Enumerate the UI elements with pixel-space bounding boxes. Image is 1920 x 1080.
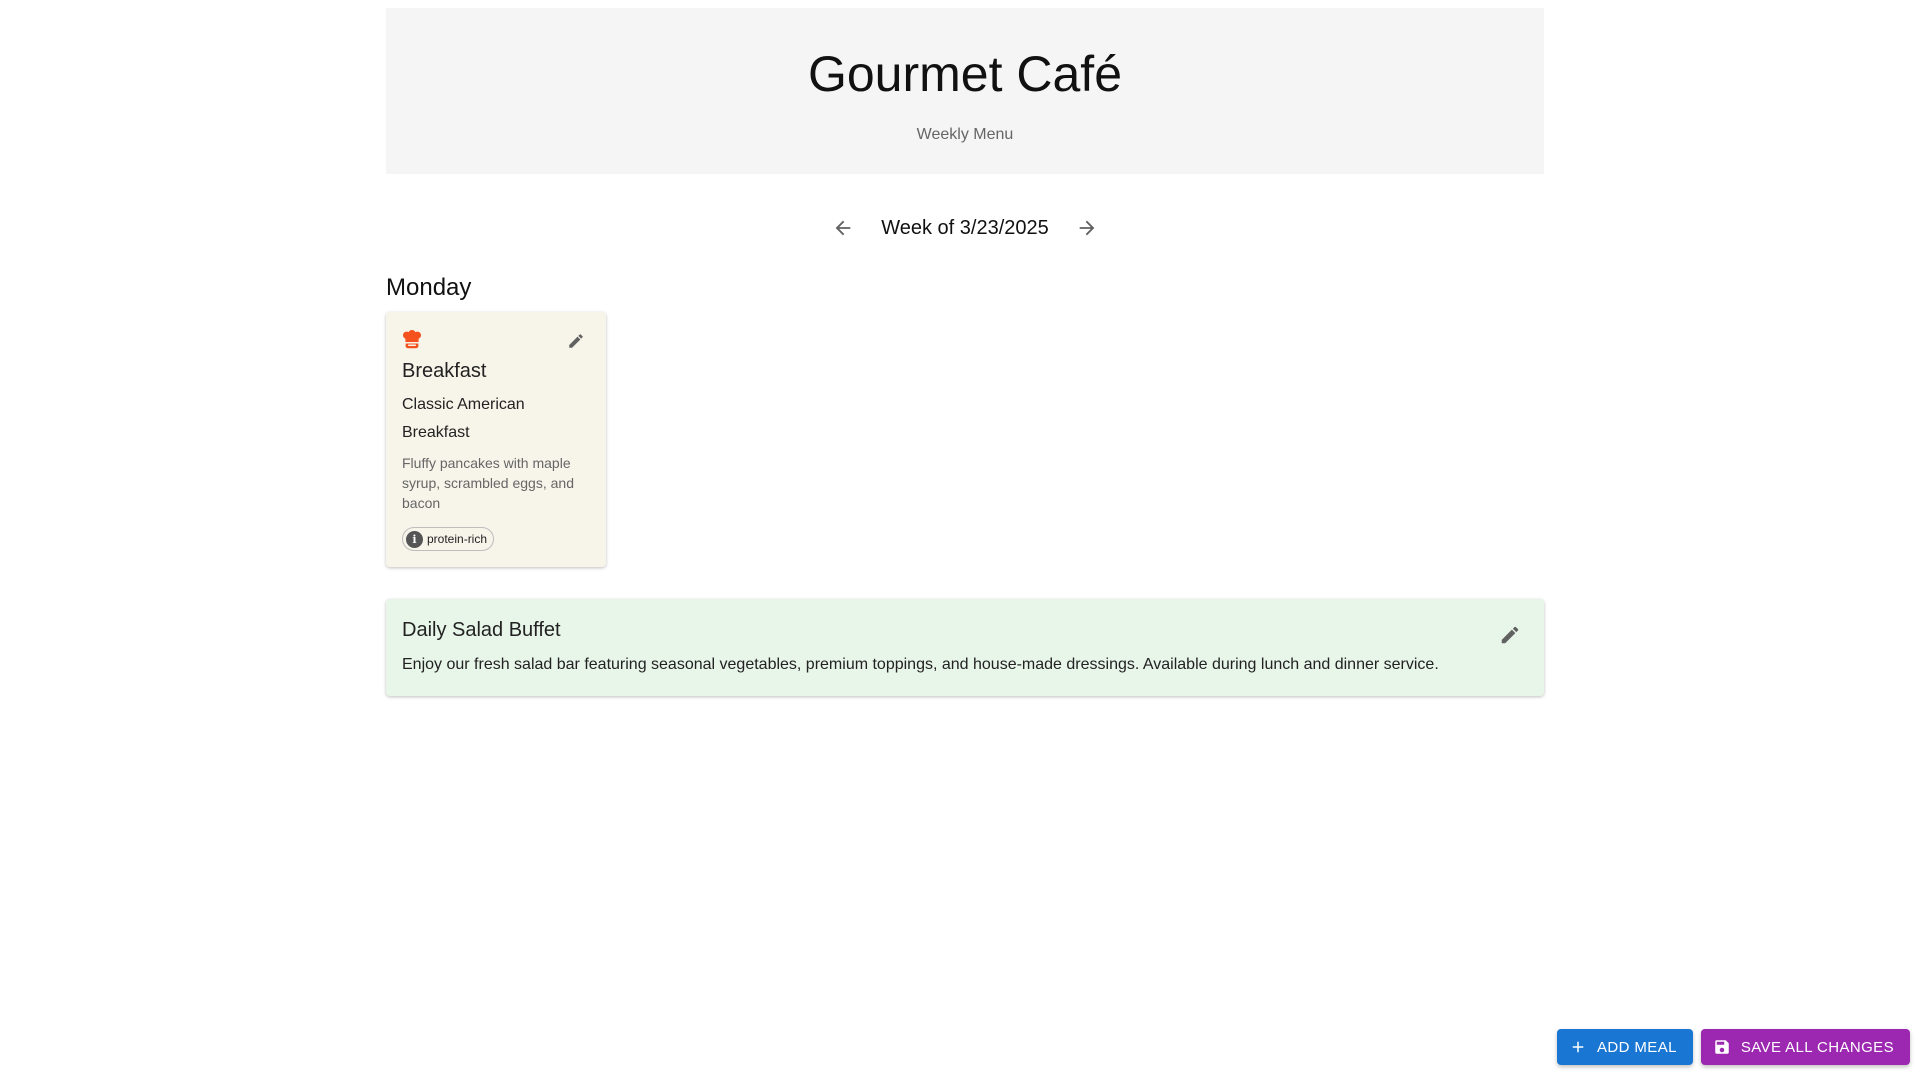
meal-card: Breakfast Classic American Breakfast Flu…: [386, 312, 606, 567]
meal-card-header: [402, 328, 590, 354]
plus-icon: [1569, 1038, 1587, 1056]
meal-type: Breakfast: [402, 360, 487, 382]
salad-buffet-description: Enjoy our fresh salad bar featuring seas…: [402, 656, 1439, 673]
save-all-changes-label: SAVE ALL CHANGES: [1740, 1038, 1894, 1056]
page-container: Gourmet Café Weekly Menu Week of 3/23/20…: [386, 8, 1544, 696]
previous-week-button[interactable]: [823, 208, 863, 248]
meal-tag-chip: i protein-rich: [402, 527, 495, 551]
salad-buffet-title: Daily Salad Buffet: [402, 619, 561, 641]
edit-meal-button[interactable]: [562, 327, 590, 355]
pencil-icon: [1501, 626, 1519, 644]
edit-salad-buffet-button[interactable]: [1496, 621, 1524, 649]
week-label: Week of 3/23/2025: [881, 216, 1049, 239]
page-subtitle: Weekly Menu: [916, 126, 1014, 143]
save-icon: [1713, 1038, 1731, 1056]
page-title: Gourmet Café: [807, 46, 1122, 102]
meal-description: Fluffy pancakes with maple syrup, scramb…: [402, 455, 574, 511]
meal-tag-label: protein-rich: [427, 532, 488, 546]
arrow-right-icon: [1079, 220, 1095, 236]
next-week-button[interactable]: [1067, 208, 1107, 248]
action-buttons: ADD MEAL SAVE ALL CHANGES: [1556, 1029, 1910, 1065]
page-header: Gourmet Café Weekly Menu: [386, 8, 1544, 174]
add-meal-label: ADD MEAL: [1596, 1038, 1677, 1056]
salad-buffet-card: Daily Salad Buffet Enjoy our fresh salad…: [386, 599, 1544, 696]
add-meal-button[interactable]: ADD MEAL: [1556, 1029, 1693, 1065]
pencil-icon: [569, 334, 583, 348]
week-navigation: Week of 3/23/2025: [386, 204, 1544, 252]
meal-name: Classic American Breakfast: [402, 396, 525, 441]
day-title-monday: Monday: [386, 274, 472, 301]
save-all-changes-button[interactable]: SAVE ALL CHANGES: [1700, 1029, 1910, 1065]
chef-hat-icon: [403, 330, 421, 349]
info-icon: i: [406, 530, 423, 548]
arrow-left-icon: [835, 220, 851, 236]
